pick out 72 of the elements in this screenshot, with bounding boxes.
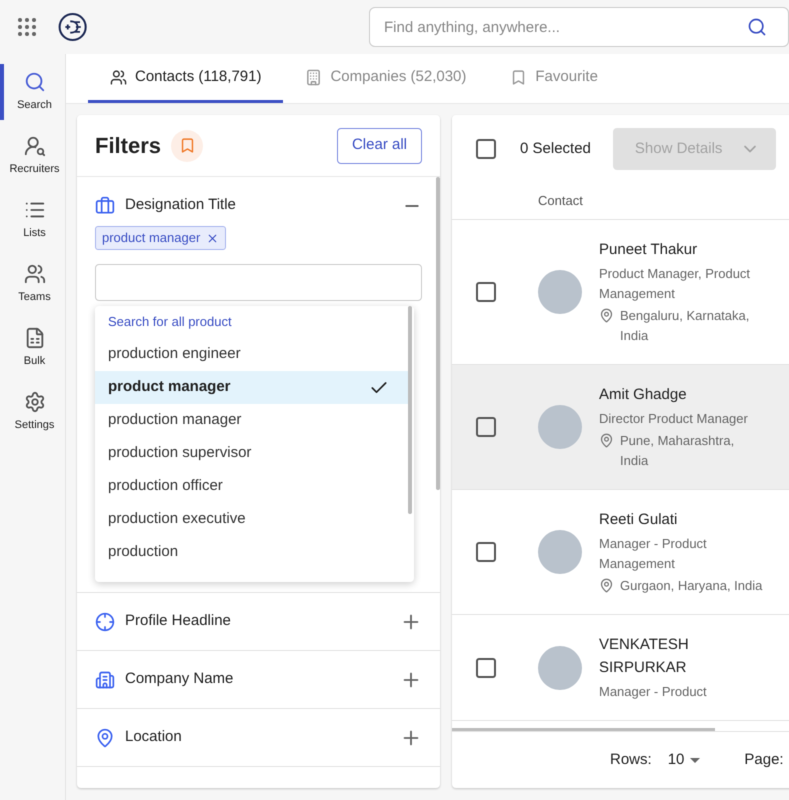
suggestion-option[interactable]: production engineer <box>95 338 408 371</box>
saved-filters-button[interactable] <box>171 130 204 162</box>
filters-title: Filters <box>95 132 162 160</box>
filter-section-title: Designation Title <box>125 195 236 216</box>
search-all-option[interactable]: Search for all product <box>95 306 414 338</box>
filter-tag[interactable]: product manager <box>95 226 226 250</box>
sidebar-item[interactable]: Bulk <box>0 320 65 376</box>
people-icon <box>24 262 46 285</box>
contact-location: Pune, Maharashtra, India <box>620 432 736 470</box>
suggestion-option[interactable]: production manager <box>95 404 408 437</box>
map-pin-icon <box>95 728 115 748</box>
search-icon[interactable] <box>747 17 767 37</box>
page-label: Page: <box>744 750 784 770</box>
avatar <box>538 270 582 314</box>
suggestion-option[interactable]: production executive <box>95 503 408 536</box>
rows-select[interactable]: 10 <box>668 748 700 772</box>
crosshair-icon <box>95 612 115 632</box>
suggestion-option[interactable]: product manager <box>95 371 408 404</box>
checkbox[interactable] <box>476 658 496 678</box>
contact-location: Gurgaon, Haryana, India <box>620 577 762 595</box>
contact-title: Product Manager, Product Management <box>599 265 752 303</box>
remove-icon[interactable] <box>206 232 220 244</box>
contact-row[interactable]: Reeti Gulati Manager - Product Management Gurgaon, Haryana, India <box>452 490 789 615</box>
scrollbar-icon <box>436 177 440 490</box>
contact-name[interactable]: Amit Ghadge <box>599 383 763 406</box>
location-icon <box>599 308 614 323</box>
suggestion-option[interactable]: production <box>95 536 408 569</box>
contact-location: Bengaluru, Karnataka, India <box>620 307 750 345</box>
checkbox[interactable] <box>476 282 496 302</box>
suggestion-option[interactable]: production supervisor <box>95 437 408 470</box>
sidebar-item[interactable]: Settings <box>0 384 65 440</box>
contact-title: Director Product Manager <box>599 410 749 428</box>
rows-label: Rows: <box>610 750 652 770</box>
contact-row[interactable]: Amit Ghadge Director Product Manager Pune, Maharashtra, India <box>452 365 789 490</box>
sidebar-item[interactable]: Lists <box>0 192 65 248</box>
selected-count: 0 Selected <box>520 138 591 159</box>
sidebar-item[interactable]: Teams <box>0 256 65 312</box>
dropdown-icon <box>690 758 700 762</box>
sidebar-item[interactable]: Recruiters <box>0 128 65 184</box>
people-icon <box>110 68 127 86</box>
checkbox[interactable] <box>476 417 496 437</box>
contact-name[interactable]: Puneet Thakur <box>599 238 763 261</box>
suggestion-option[interactable]: production officer <box>95 470 408 503</box>
filter-section-title: Profile Headline <box>125 611 231 632</box>
tab[interactable]: Companies (52,030) <box>283 54 488 103</box>
contact-row[interactable]: VENKATESH SIRPURKAR Manager - Product <box>452 615 789 721</box>
clear-all-button[interactable]: Clear all <box>336 128 422 164</box>
location-icon <box>599 578 614 593</box>
tab[interactable]: Contacts (118,791) <box>88 54 284 103</box>
settings-icon <box>24 390 46 413</box>
briefcase-icon <box>95 196 115 216</box>
avatar <box>538 646 582 690</box>
building-icon <box>95 670 115 690</box>
person-search-icon <box>24 134 46 157</box>
contact-title: Manager - Product Management <box>599 535 708 573</box>
column-header: Contact <box>538 192 583 210</box>
contact-title: Manager - Product <box>599 683 708 701</box>
checkbox[interactable] <box>476 139 496 159</box>
avatar <box>538 530 582 574</box>
designation-input[interactable] <box>95 264 422 301</box>
building-icon <box>305 68 322 86</box>
contact-name[interactable]: Reeti Gulati <box>599 508 763 531</box>
contact-row[interactable]: Puneet Thakur Product Manager, Product Management Bengaluru, Karnataka, India <box>452 220 789 365</box>
avatar <box>538 405 582 449</box>
filter-section-title: Location <box>125 727 182 748</box>
location-icon <box>599 433 614 448</box>
search-icon <box>24 70 46 93</box>
search-field[interactable]: Find anything, anywhere... <box>369 7 789 47</box>
filter-section-title: Company Name <box>125 669 234 690</box>
contact-name[interactable]: VENKATESH SIRPURKAR <box>599 633 763 679</box>
tab[interactable]: Favourite <box>488 54 620 103</box>
checkbox[interactable] <box>476 542 496 562</box>
